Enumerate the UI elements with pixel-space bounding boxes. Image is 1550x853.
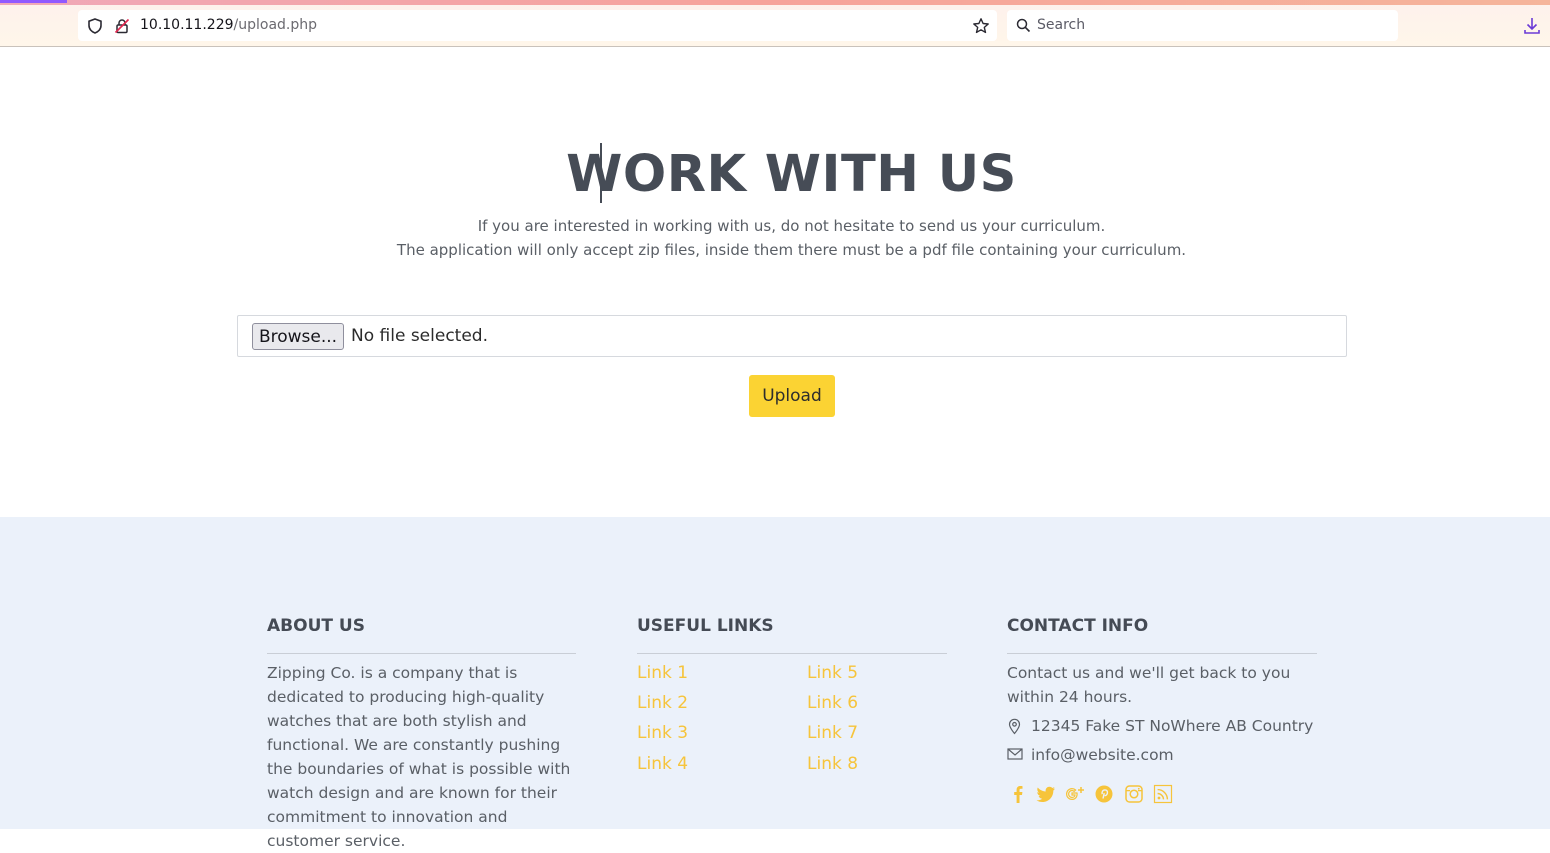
tracking-protection-shield-icon[interactable] bbox=[86, 17, 104, 35]
page-title: WORK WITH US bbox=[566, 145, 1017, 204]
footer-link-4[interactable]: Link 4 bbox=[637, 754, 688, 774]
footer-link-1[interactable]: Link 1 bbox=[637, 663, 688, 683]
envelope-icon bbox=[1007, 748, 1023, 760]
footer-link-5[interactable]: Link 5 bbox=[807, 663, 858, 683]
file-input[interactable]: Browse... No file selected. bbox=[237, 315, 1347, 357]
bookmark-star-icon[interactable] bbox=[972, 17, 990, 35]
page-load-progress bbox=[0, 0, 67, 3]
url-path: /upload.php bbox=[233, 17, 318, 33]
footer-link-2[interactable]: Link 2 bbox=[637, 693, 688, 713]
address-text: 12345 Fake ST NoWhere AB Country bbox=[1031, 717, 1314, 735]
pinterest-icon[interactable] bbox=[1093, 783, 1115, 805]
email-text[interactable]: info@website.com bbox=[1031, 746, 1174, 764]
footer-link-8[interactable]: Link 8 bbox=[807, 754, 858, 774]
instagram-icon[interactable] bbox=[1123, 783, 1145, 805]
footer-link-6[interactable]: Link 6 bbox=[807, 693, 858, 713]
google-plus-icon[interactable] bbox=[1064, 783, 1086, 805]
address-bar[interactable]: 10.10.11.229/upload.php bbox=[78, 10, 997, 41]
intro-text-line-1: If you are interested in working with us… bbox=[477, 217, 1106, 235]
map-pin-icon bbox=[1008, 718, 1021, 735]
browse-button[interactable]: Browse... bbox=[252, 323, 344, 350]
footer-link-7[interactable]: Link 7 bbox=[807, 723, 858, 743]
about-heading: ABOUT US bbox=[267, 616, 365, 636]
file-status-text: No file selected. bbox=[351, 326, 488, 346]
rss-icon[interactable] bbox=[1152, 783, 1174, 805]
footer-link-3[interactable]: Link 3 bbox=[637, 723, 688, 743]
contact-text: Contact us and we'll get back to you wit… bbox=[1007, 664, 1291, 706]
upload-button[interactable]: Upload bbox=[749, 375, 835, 417]
insecure-lock-icon[interactable] bbox=[113, 17, 131, 35]
search-placeholder: Search bbox=[1037, 17, 1086, 33]
contact-divider bbox=[1007, 653, 1317, 654]
search-icon bbox=[1016, 18, 1031, 33]
facebook-icon[interactable] bbox=[1007, 783, 1029, 805]
contact-heading: CONTACT INFO bbox=[1007, 616, 1149, 636]
links-divider bbox=[637, 653, 947, 654]
url-host: 10.10.11.229 bbox=[140, 17, 234, 33]
search-bar[interactable]: Search bbox=[1007, 10, 1398, 41]
about-text: Zipping Co. is a company that is dedicat… bbox=[267, 664, 571, 850]
browser-toolbar: 10.10.11.229/upload.php Search bbox=[0, 0, 1550, 47]
twitter-icon[interactable] bbox=[1035, 783, 1057, 805]
links-heading: USEFUL LINKS bbox=[637, 616, 774, 636]
footer: ABOUT US Zipping Co. is a company that i… bbox=[0, 517, 1550, 850]
downloads-icon[interactable] bbox=[1521, 15, 1543, 37]
text-caret bbox=[600, 143, 602, 203]
intro-text-line-2: The application will only accept zip fil… bbox=[396, 241, 1187, 259]
url-text[interactable]: 10.10.11.229/upload.php bbox=[140, 17, 317, 33]
tab-strip-edge bbox=[0, 0, 1550, 5]
about-divider bbox=[267, 653, 576, 654]
